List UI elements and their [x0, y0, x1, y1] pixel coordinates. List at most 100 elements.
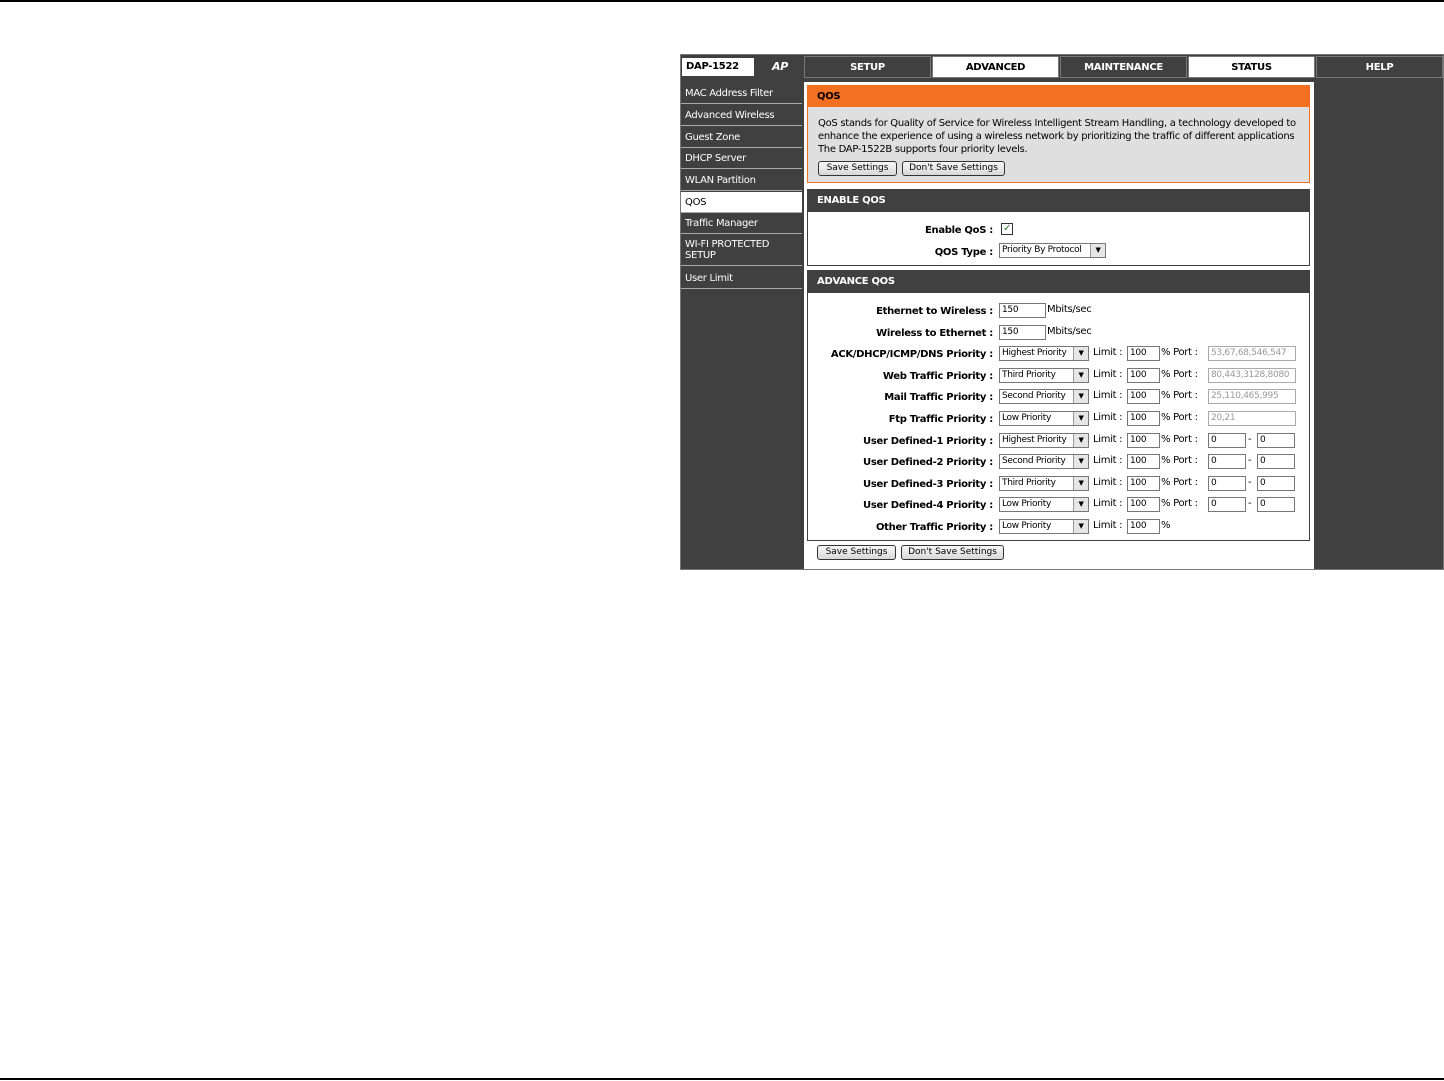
ud1-port-to-input[interactable]: 0 [1257, 433, 1295, 448]
ud3-port-label: % Port : [1161, 477, 1198, 488]
model-name: DAP-1522 [682, 58, 754, 76]
chevron-down-icon: ▼ [1073, 455, 1088, 468]
save-settings-button-bottom[interactable]: Save Settings [817, 545, 896, 560]
dont-save-settings-button-bottom[interactable]: Don't Save Settings [901, 545, 1004, 560]
chevron-down-icon: ▼ [1073, 369, 1088, 382]
chevron-down-icon: ▼ [1073, 477, 1088, 490]
web-limit-input[interactable]: 100 [1127, 368, 1160, 383]
ud1-port-label: % Port : [1161, 434, 1198, 445]
ud1-port-dash: - [1248, 434, 1252, 445]
ud3-port-from-input[interactable]: 0 [1208, 476, 1246, 491]
other-limit-input[interactable]: 100 [1127, 519, 1160, 534]
wireless-to-eth-unit: Mbits/sec [1047, 326, 1092, 337]
ud4-priority-value: Low Priority [1002, 499, 1052, 509]
save-settings-button-top[interactable]: Save Settings [818, 161, 897, 176]
ud3-limit-input[interactable]: 100 [1127, 476, 1160, 491]
sidebar-item-traffic-manager[interactable]: Traffic Manager [681, 213, 802, 234]
qos-type-value: Priority By Protocol [1002, 245, 1082, 255]
chevron-down-icon: ▼ [1073, 347, 1088, 360]
web-priority-value: Third Priority [1002, 370, 1056, 380]
ud2-priority-value: Second Priority [1002, 456, 1066, 466]
ack-port-input[interactable]: 53,67,68,546,547 [1208, 346, 1296, 361]
wireless-to-eth-input[interactable]: 150 [999, 325, 1046, 340]
dont-save-settings-button-top[interactable]: Don't Save Settings [902, 161, 1005, 176]
chevron-down-icon: ▼ [1073, 498, 1088, 511]
enable-qos-title: ENABLE QOS [808, 190, 1309, 212]
ud2-port-to-input[interactable]: 0 [1257, 454, 1295, 469]
ud2-limit-label: Limit : [1093, 455, 1123, 466]
ud4-priority-select[interactable]: Low Priority ▼ [999, 497, 1089, 512]
other-percent-label: % [1161, 520, 1171, 531]
web-limit-label: Limit : [1093, 369, 1123, 380]
ud4-port-label: % Port : [1161, 498, 1198, 509]
mail-port-label: % Port : [1161, 390, 1198, 401]
user-defined-1-priority-label: User Defined-1 Priority : [863, 436, 993, 447]
router-admin-panel: DAP-1522 AP SETUP ADVANCED MAINTENANCE S… [680, 54, 1444, 570]
eth-to-wireless-unit: Mbits/sec [1047, 304, 1092, 315]
ftp-port-input[interactable]: 20,21 [1208, 411, 1296, 426]
mail-port-input[interactable]: 25,110,465,995 [1208, 389, 1296, 404]
ud2-port-label: % Port : [1161, 455, 1198, 466]
web-priority-select[interactable]: Third Priority ▼ [999, 368, 1089, 383]
ftp-port-label: % Port : [1161, 412, 1198, 423]
enable-qos-section: ENABLE QOS Enable QoS : ✓ QOS Type : Pri… [807, 189, 1310, 266]
tab-advanced[interactable]: ADVANCED [932, 56, 1059, 78]
eth-to-wireless-label: Ethernet to Wireless : [876, 306, 993, 317]
sidebar-item-qos[interactable]: QOS [681, 192, 802, 213]
ack-limit-input[interactable]: 100 [1127, 346, 1160, 361]
ftp-limit-label: Limit : [1093, 412, 1123, 423]
ack-port-label: % Port : [1161, 347, 1198, 358]
ud2-port-from-input[interactable]: 0 [1208, 454, 1246, 469]
ud2-limit-input[interactable]: 100 [1127, 454, 1160, 469]
ud4-limit-label: Limit : [1093, 498, 1123, 509]
qos-type-label: QOS Type : [934, 247, 994, 258]
ftp-priority-select[interactable]: Low Priority ▼ [999, 411, 1089, 426]
eth-to-wireless-input[interactable]: 150 [999, 303, 1046, 318]
mail-limit-input[interactable]: 100 [1127, 389, 1160, 404]
ftp-limit-input[interactable]: 100 [1127, 411, 1160, 426]
ftp-traffic-priority-label: Ftp Traffic Priority : [888, 414, 994, 425]
tab-maintenance[interactable]: MAINTENANCE [1060, 56, 1187, 78]
sidebar-item-dhcp-server[interactable]: DHCP Server [681, 148, 802, 169]
ud4-port-from-input[interactable]: 0 [1208, 497, 1246, 512]
advance-qos-title: ADVANCE QOS [808, 271, 1309, 293]
sidebar-item-advanced-wireless[interactable]: Advanced Wireless [681, 105, 802, 126]
tab-help[interactable]: HELP [1316, 56, 1443, 78]
ud3-priority-value: Third Priority [1002, 478, 1056, 488]
qos-type-select[interactable]: Priority By Protocol ▼ [999, 243, 1106, 258]
user-defined-2-priority-label: User Defined-2 Priority : [863, 457, 993, 468]
web-port-input[interactable]: 80,443,3128,8080 [1208, 368, 1296, 383]
mail-priority-value: Second Priority [1002, 391, 1066, 401]
sidebar-item-wlan-partition[interactable]: WLAN Partition [681, 170, 802, 191]
ud1-limit-label: Limit : [1093, 434, 1123, 445]
sidebar-item-mac-address-filter[interactable]: MAC Address Filter [681, 83, 802, 104]
ud1-port-from-input[interactable]: 0 [1208, 433, 1246, 448]
ud3-priority-select[interactable]: Third Priority ▼ [999, 476, 1089, 491]
sidebar-item-user-limit[interactable]: User Limit [681, 268, 802, 289]
sidebar-item-guest-zone[interactable]: Guest Zone [681, 127, 802, 148]
ud4-limit-input[interactable]: 100 [1127, 497, 1160, 512]
other-limit-label: Limit : [1093, 520, 1123, 531]
ud4-port-dash: - [1248, 498, 1252, 509]
bottom-rule [0, 1078, 1444, 1080]
ud2-priority-select[interactable]: Second Priority ▼ [999, 454, 1089, 469]
ud1-limit-input[interactable]: 100 [1127, 433, 1160, 448]
ud2-port-dash: - [1248, 455, 1252, 466]
enable-qos-checkbox[interactable]: ✓ [1001, 223, 1013, 235]
ud1-priority-select[interactable]: Highest Priority ▼ [999, 433, 1089, 448]
tab-setup[interactable]: SETUP [804, 56, 931, 78]
ack-priority-select[interactable]: Highest Priority ▼ [999, 346, 1089, 361]
other-priority-select[interactable]: Low Priority ▼ [999, 519, 1089, 534]
wireless-to-eth-label: Wireless to Ethernet : [876, 328, 993, 339]
ud3-port-to-input[interactable]: 0 [1257, 476, 1295, 491]
sidebar-item-wifi-protected-setup[interactable]: WI-FI PROTECTED SETUP [681, 235, 802, 266]
qos-title: QOS [808, 86, 1309, 107]
tab-status[interactable]: STATUS [1188, 56, 1315, 78]
top-rule [0, 0, 1444, 2]
mail-priority-select[interactable]: Second Priority ▼ [999, 389, 1089, 404]
other-priority-value: Low Priority [1002, 521, 1052, 531]
user-defined-3-priority-label: User Defined-3 Priority : [863, 479, 993, 490]
ack-priority-value: Highest Priority [1002, 348, 1067, 358]
ud4-port-to-input[interactable]: 0 [1257, 497, 1295, 512]
other-traffic-priority-label: Other Traffic Priority : [875, 522, 993, 533]
